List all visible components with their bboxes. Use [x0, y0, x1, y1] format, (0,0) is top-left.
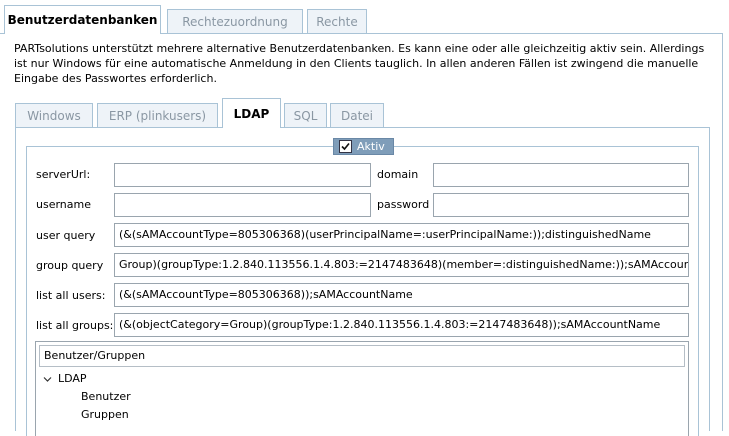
password-input[interactable]: [433, 193, 689, 217]
tree-node-label: Gruppen: [81, 408, 129, 421]
tree-node-label: LDAP: [58, 372, 87, 385]
group-query-input[interactable]: Group)(groupType:1.2.840.113556.1.4.803:…: [114, 253, 689, 277]
password-label: password: [377, 198, 430, 211]
description-text: PARTsolutions unterstützt mehrere altern…: [14, 42, 705, 85]
main-panel-right-border: [722, 33, 723, 431]
tree-header-label: Benutzer/Gruppen: [44, 349, 146, 362]
checkmark-icon: [341, 142, 350, 151]
aktiv-label: Aktiv: [357, 140, 385, 153]
list-all-users-input[interactable]: (&(sAMAccountType=805306368));sAMAccount…: [114, 283, 689, 307]
list-all-users-label: list all users:: [36, 289, 106, 302]
user-query-label: user query: [36, 229, 96, 242]
serverurl-input[interactable]: [114, 163, 371, 187]
domain-label: domain: [377, 168, 419, 181]
list-all-groups-input[interactable]: (&(objectCategory=Group)(groupType:1.2.8…: [114, 313, 689, 337]
tree-node-gruppen[interactable]: Gruppen: [81, 408, 129, 421]
sub-panel-top-border-left: [15, 127, 222, 128]
username-input[interactable]: [114, 193, 371, 217]
chevron-down-icon[interactable]: [43, 375, 52, 384]
group-query-label: group query: [36, 259, 104, 272]
users-groups-tree[interactable]: Benutzer/Gruppen: [35, 341, 689, 436]
main-panel-top-border: [161, 33, 723, 34]
main-panel-top-border-left: [0, 33, 4, 34]
tab-rechte[interactable]: Rechte: [307, 9, 367, 34]
subtab-sql[interactable]: SQL: [284, 103, 327, 128]
tree-node-benutzer[interactable]: Benutzer: [81, 390, 131, 403]
tree-node-ldap[interactable]: LDAP: [43, 372, 87, 385]
sub-panel-left-border: [15, 127, 16, 431]
sub-panel-top-border: [281, 127, 710, 128]
subtab-datei[interactable]: Datei: [330, 103, 384, 128]
aktiv-checkbox[interactable]: [339, 140, 352, 153]
domain-input[interactable]: [433, 163, 689, 187]
serverurl-label: serverUrl:: [36, 168, 91, 181]
sub-panel-right-border: [709, 127, 710, 431]
user-query-input[interactable]: (&(sAMAccountType=805306368)(userPrincip…: [114, 223, 689, 247]
tab-rechtezuordnung[interactable]: Rechtezuordnung: [167, 9, 303, 34]
username-label: username: [36, 198, 91, 211]
list-all-groups-label: list all groups:: [36, 319, 114, 332]
tree-header[interactable]: Benutzer/Gruppen: [39, 345, 685, 367]
subtab-ldap[interactable]: LDAP: [222, 98, 281, 128]
aktiv-checkbox-container[interactable]: Aktiv: [333, 138, 394, 155]
tab-benutzerdatenbanken[interactable]: Benutzerdatenbanken: [4, 5, 161, 34]
tree-node-label: Benutzer: [81, 390, 131, 403]
subtab-erp-plinkusers[interactable]: ERP (plinkusers): [97, 103, 218, 128]
subtab-windows[interactable]: Windows: [15, 103, 93, 128]
